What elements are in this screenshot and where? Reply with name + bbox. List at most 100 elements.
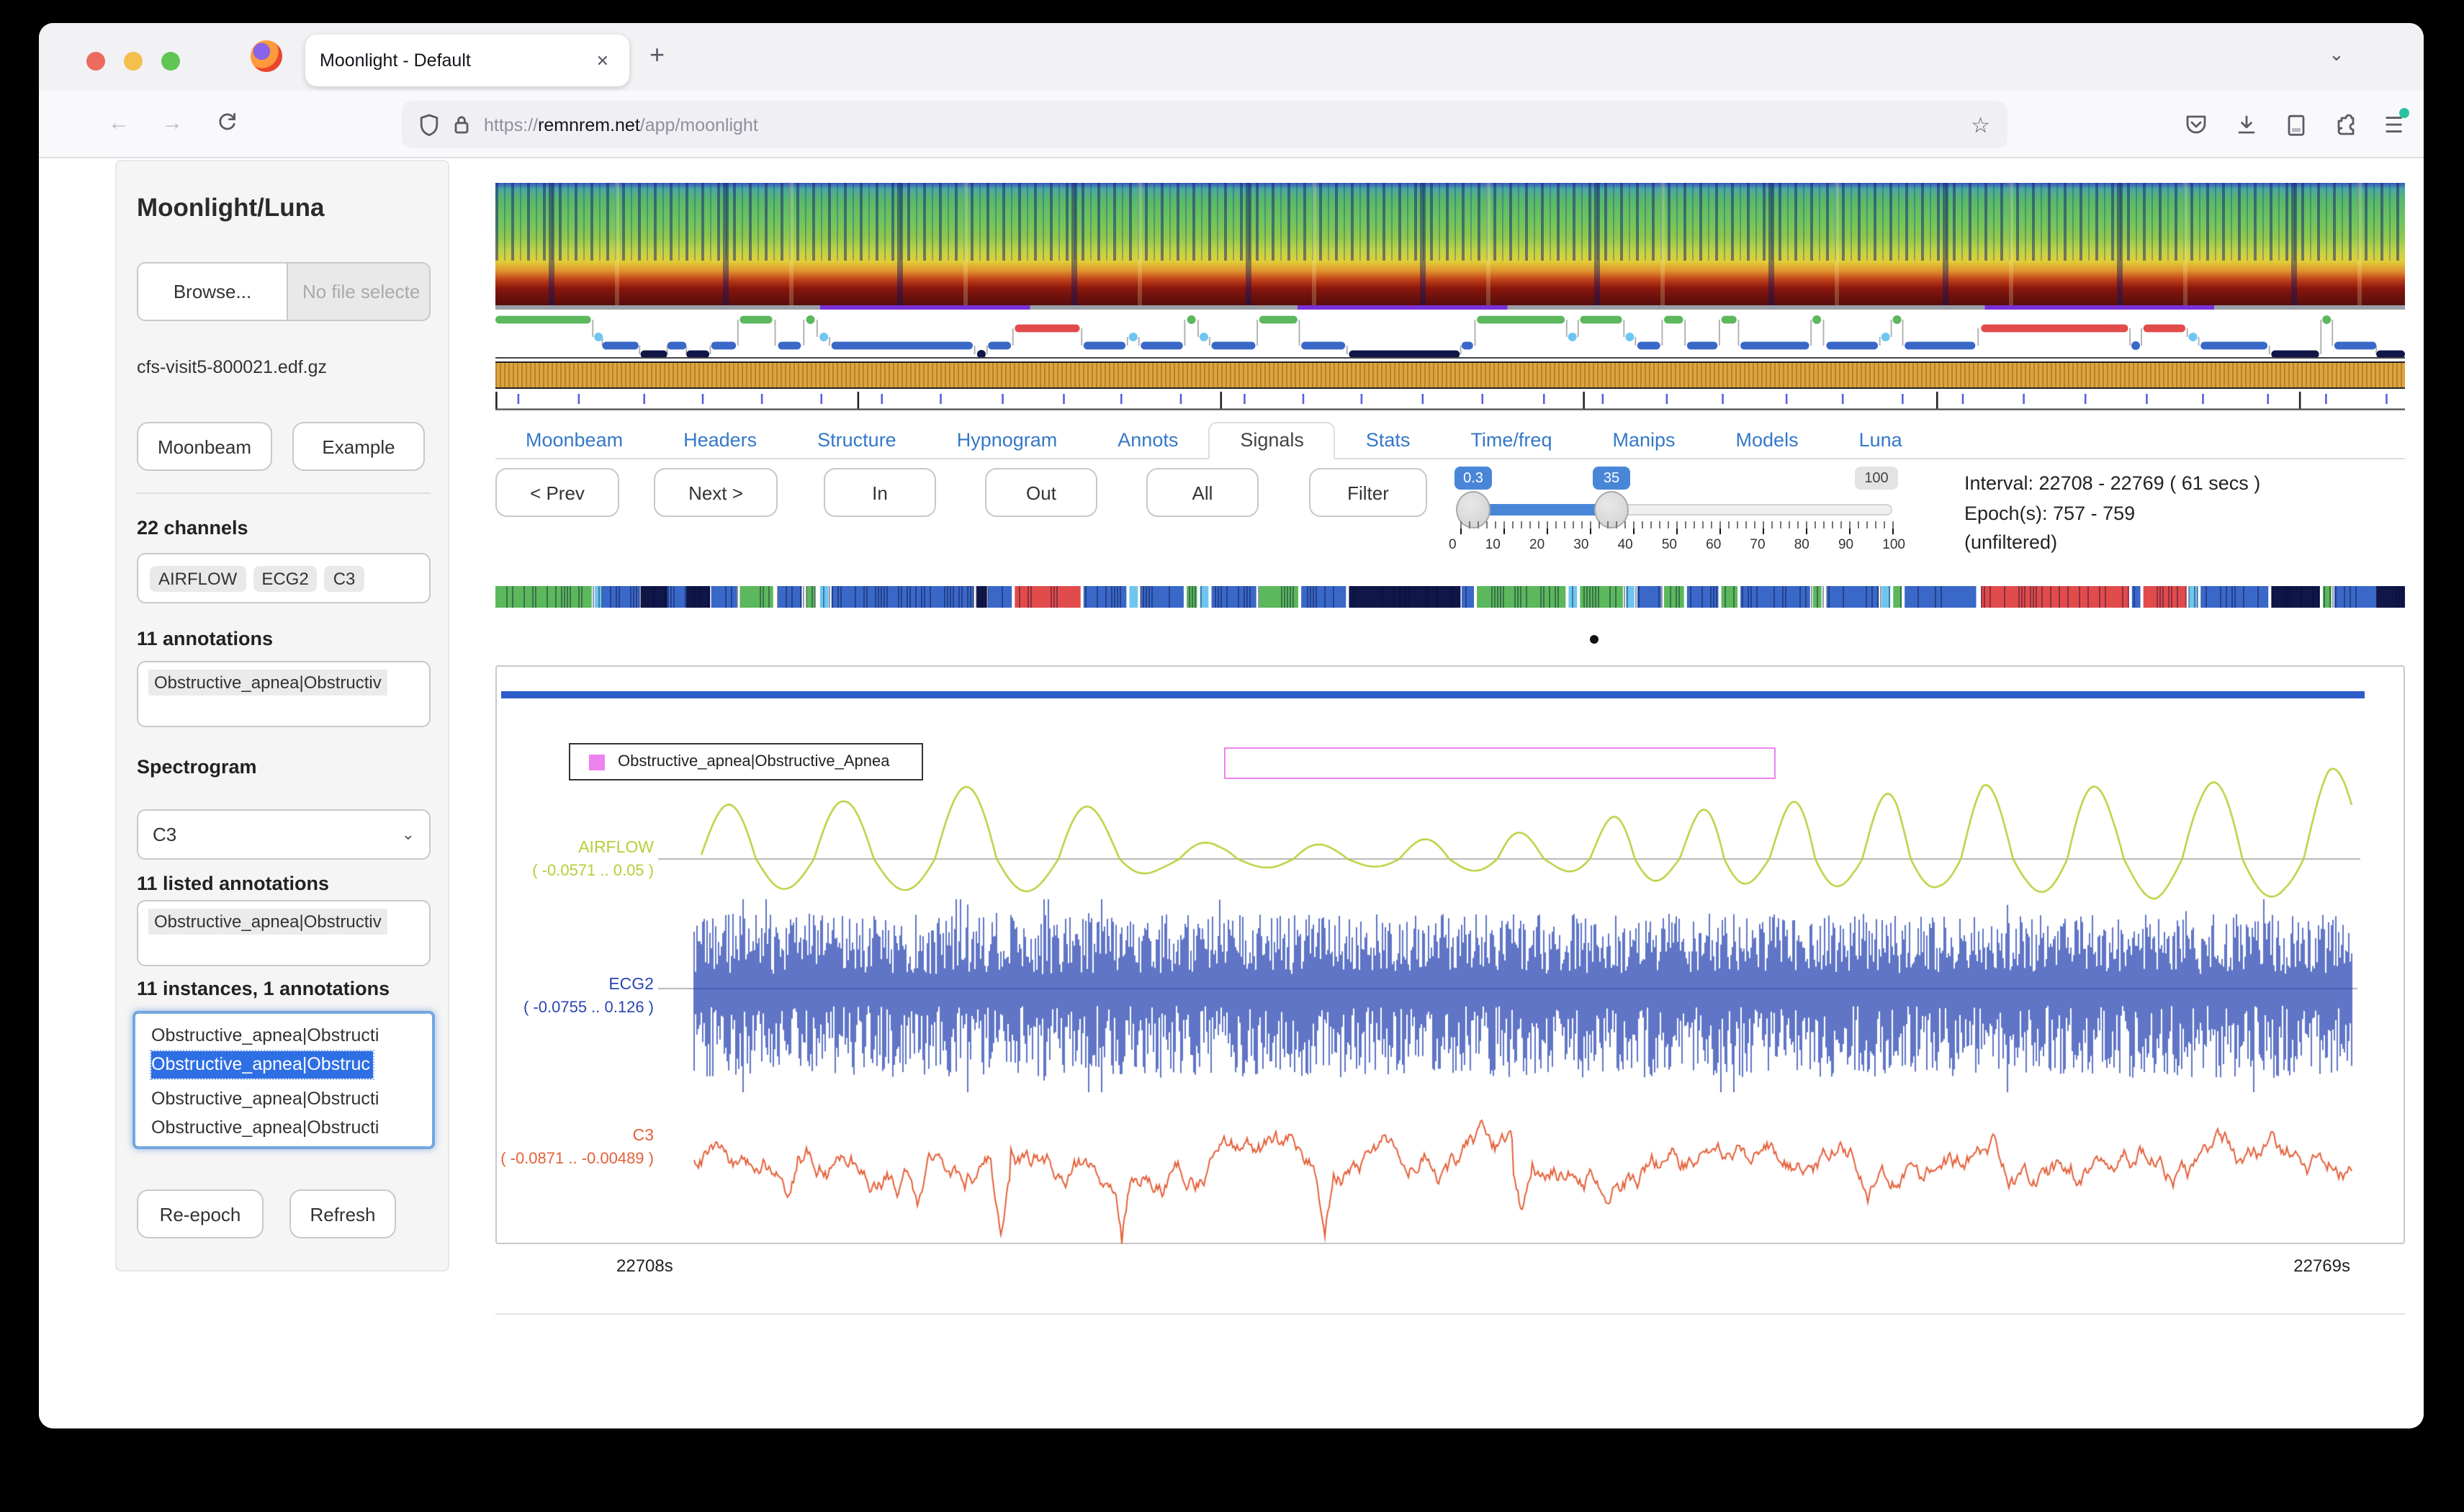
instances-heading: 11 instances, 1 annotations xyxy=(137,978,390,999)
hypnogram-track[interactable] xyxy=(495,312,2405,360)
instance-item[interactable]: Obstructive_apnea|Obstructi xyxy=(151,1142,432,1149)
zoom-in-button[interactable]: In xyxy=(824,468,936,517)
start-time-label: 22708s xyxy=(616,1256,673,1276)
page-content: Moonlight/Luna Browse... No file selecte… xyxy=(39,158,2424,1427)
main-tabs: Moonbeam Headers Structure Hypnogram Ann… xyxy=(495,422,2405,459)
slider-tick-labels: 0102030405060708090100 xyxy=(1449,537,1905,553)
tab-signals[interactable]: Signals xyxy=(1208,422,1336,459)
tab-stats[interactable]: Stats xyxy=(1336,423,1441,458)
annotations-listbox[interactable]: Obstructive_apnea|Obstructiv xyxy=(137,661,431,727)
prev-button[interactable]: < Prev xyxy=(495,468,619,517)
tab-moonbeam[interactable]: Moonbeam xyxy=(495,423,653,458)
tab-close-icon[interactable]: ✕ xyxy=(590,48,615,73)
next-button[interactable]: Next > xyxy=(654,468,778,517)
toolbar-icons: ☰ xyxy=(2184,91,2404,158)
cycle-track xyxy=(495,305,2405,310)
position-dot xyxy=(1590,635,1599,644)
new-tab-button[interactable]: + xyxy=(649,40,665,71)
all-button[interactable]: All xyxy=(1146,468,1259,517)
browser-toolbar: ← → https://remnrem.net/app/moonlight ☆ xyxy=(39,91,2424,158)
tab-luna[interactable]: Luna xyxy=(1829,423,1933,458)
url-bar[interactable]: https://remnrem.net/app/moonlight ☆ xyxy=(402,101,2007,148)
minimize-window-button[interactable] xyxy=(124,52,143,71)
download-icon[interactable] xyxy=(2234,113,2257,136)
channel-chip-airflow[interactable]: AIRFLOW xyxy=(150,565,246,591)
instance-item[interactable]: Obstructive_apnea|Obstructi xyxy=(151,1114,432,1142)
bookmark-star-icon[interactable]: ☆ xyxy=(1971,112,1990,138)
interval-line: Interval: 22708 - 22769 ( 61 secs ) xyxy=(1964,469,2260,499)
end-time-label: 22769s xyxy=(2293,1256,2350,1276)
zoom-out-button[interactable]: Out xyxy=(985,468,1097,517)
channel-label-airflow: AIRFLOW ( -0.0571 .. 0.05 ) xyxy=(532,837,654,883)
screenshot-root: Moonlight - Default ✕ + ⌄ ← → https://re… xyxy=(0,0,2464,1512)
lock-icon[interactable] xyxy=(452,114,471,135)
tab-strip: Moonlight - Default ✕ + ⌄ xyxy=(39,23,2424,91)
channels-box[interactable]: AIRFLOW ECG2 C3 xyxy=(137,553,431,603)
example-button[interactable]: Example xyxy=(292,422,425,471)
moonbeam-button[interactable]: Moonbeam xyxy=(137,422,272,471)
slider-low-badge: 0.3 xyxy=(1454,467,1492,490)
app-title: Moonlight/Luna xyxy=(117,161,448,223)
url-text: https://remnrem.net/app/moonlight xyxy=(484,114,1959,135)
spectrogram-channel-select[interactable]: C3 ⌄ xyxy=(137,809,431,860)
slider-max-badge: 100 xyxy=(1855,467,1898,490)
spectrogram-heading: Spectrogram xyxy=(137,756,257,778)
back-button[interactable]: ← xyxy=(108,111,130,135)
epoch-tick-band xyxy=(495,392,2405,410)
main-panel: Moonbeam Headers Structure Hypnogram Ann… xyxy=(495,160,2405,1355)
tab-annots[interactable]: Annots xyxy=(1087,423,1208,458)
menu-hamburger-icon[interactable]: ☰ xyxy=(2384,112,2404,138)
listed-annotations-listbox[interactable]: Obstructive_apnea|Obstructiv xyxy=(137,900,431,966)
signal-traces-canvas xyxy=(658,667,2372,1246)
tab-models[interactable]: Models xyxy=(1706,423,1829,458)
pocket-icon[interactable] xyxy=(2184,114,2207,135)
slider-ticks xyxy=(1460,521,1894,534)
instance-item[interactable]: Obstructive_apnea|Obstructi xyxy=(151,1086,432,1114)
instances-listbox[interactable]: Obstructive_apnea|Obstructi Obstructive_… xyxy=(132,1011,435,1149)
artifact-band xyxy=(495,361,2405,389)
browse-button[interactable]: Browse... xyxy=(138,264,288,320)
tab-structure[interactable]: Structure xyxy=(787,423,927,458)
tab-timefreq[interactable]: Time/freq xyxy=(1440,423,1582,458)
refresh-button[interactable]: Refresh xyxy=(289,1189,396,1238)
annotations-heading: 11 annotations xyxy=(137,628,273,649)
loaded-filename: cfs-visit5-800021.edf.gz xyxy=(137,357,327,377)
reader-document-icon[interactable] xyxy=(2285,113,2306,136)
instance-item[interactable]: Obstructive_apnea|Obstructi xyxy=(151,1022,432,1050)
close-window-button[interactable] xyxy=(86,52,105,71)
file-input-placeholder: No file selecte xyxy=(288,264,429,320)
forward-button[interactable]: → xyxy=(161,111,183,135)
tab-hypnogram[interactable]: Hypnogram xyxy=(927,423,1088,458)
list-tabs-icon[interactable]: ⌄ xyxy=(2329,43,2344,66)
signal-plot[interactable]: Obstructive_apnea|Obstructive_Apnea AIRF… xyxy=(495,665,2405,1244)
annotation-item[interactable]: Obstructive_apnea|Obstructiv xyxy=(148,670,387,696)
browser-tab[interactable]: Moonlight - Default ✕ xyxy=(305,35,629,86)
filter-status-line: (unfiltered) xyxy=(1964,528,2260,558)
listed-annotations-heading: 11 listed annotations xyxy=(137,873,329,894)
listed-annotation-item[interactable]: Obstructive_apnea|Obstructiv xyxy=(148,909,387,935)
instance-item-selected[interactable]: Obstructive_apnea|Obstruc xyxy=(151,1050,373,1079)
shield-icon[interactable] xyxy=(419,113,439,136)
channel-chip-c3[interactable]: C3 xyxy=(325,565,364,591)
track-divider xyxy=(495,356,2405,358)
whole-night-spectrogram[interactable] xyxy=(495,183,2405,305)
zoom-window-button[interactable] xyxy=(161,52,180,71)
channel-label-c3: C3 ( -0.0871 .. -0.00489 ) xyxy=(500,1125,654,1171)
channel-chip-ecg2[interactable]: ECG2 xyxy=(253,565,317,591)
reload-button[interactable] xyxy=(215,109,240,143)
slider-fill xyxy=(1473,504,1611,516)
reepoch-button[interactable]: Re-epoch xyxy=(137,1189,264,1238)
legend-swatch xyxy=(589,754,605,770)
file-input[interactable]: Browse... No file selecte xyxy=(137,262,431,321)
epoch-range-slider: 0.3 35 100 0102030405060708090100 xyxy=(1457,467,1915,556)
tab-headers[interactable]: Headers xyxy=(653,423,787,458)
sidebar-divider xyxy=(137,492,431,494)
tab-manips[interactable]: Manips xyxy=(1582,423,1705,458)
tab-title: Moonlight - Default xyxy=(320,50,590,71)
spectrogram-selected-value: C3 xyxy=(153,824,176,845)
sidebar: Moonlight/Luna Browse... No file selecte… xyxy=(115,160,449,1272)
extension-puzzle-icon[interactable] xyxy=(2334,113,2357,136)
stage-color-band[interactable] xyxy=(495,586,2405,608)
firefox-icon xyxy=(251,40,282,72)
filter-button[interactable]: Filter xyxy=(1309,468,1427,517)
